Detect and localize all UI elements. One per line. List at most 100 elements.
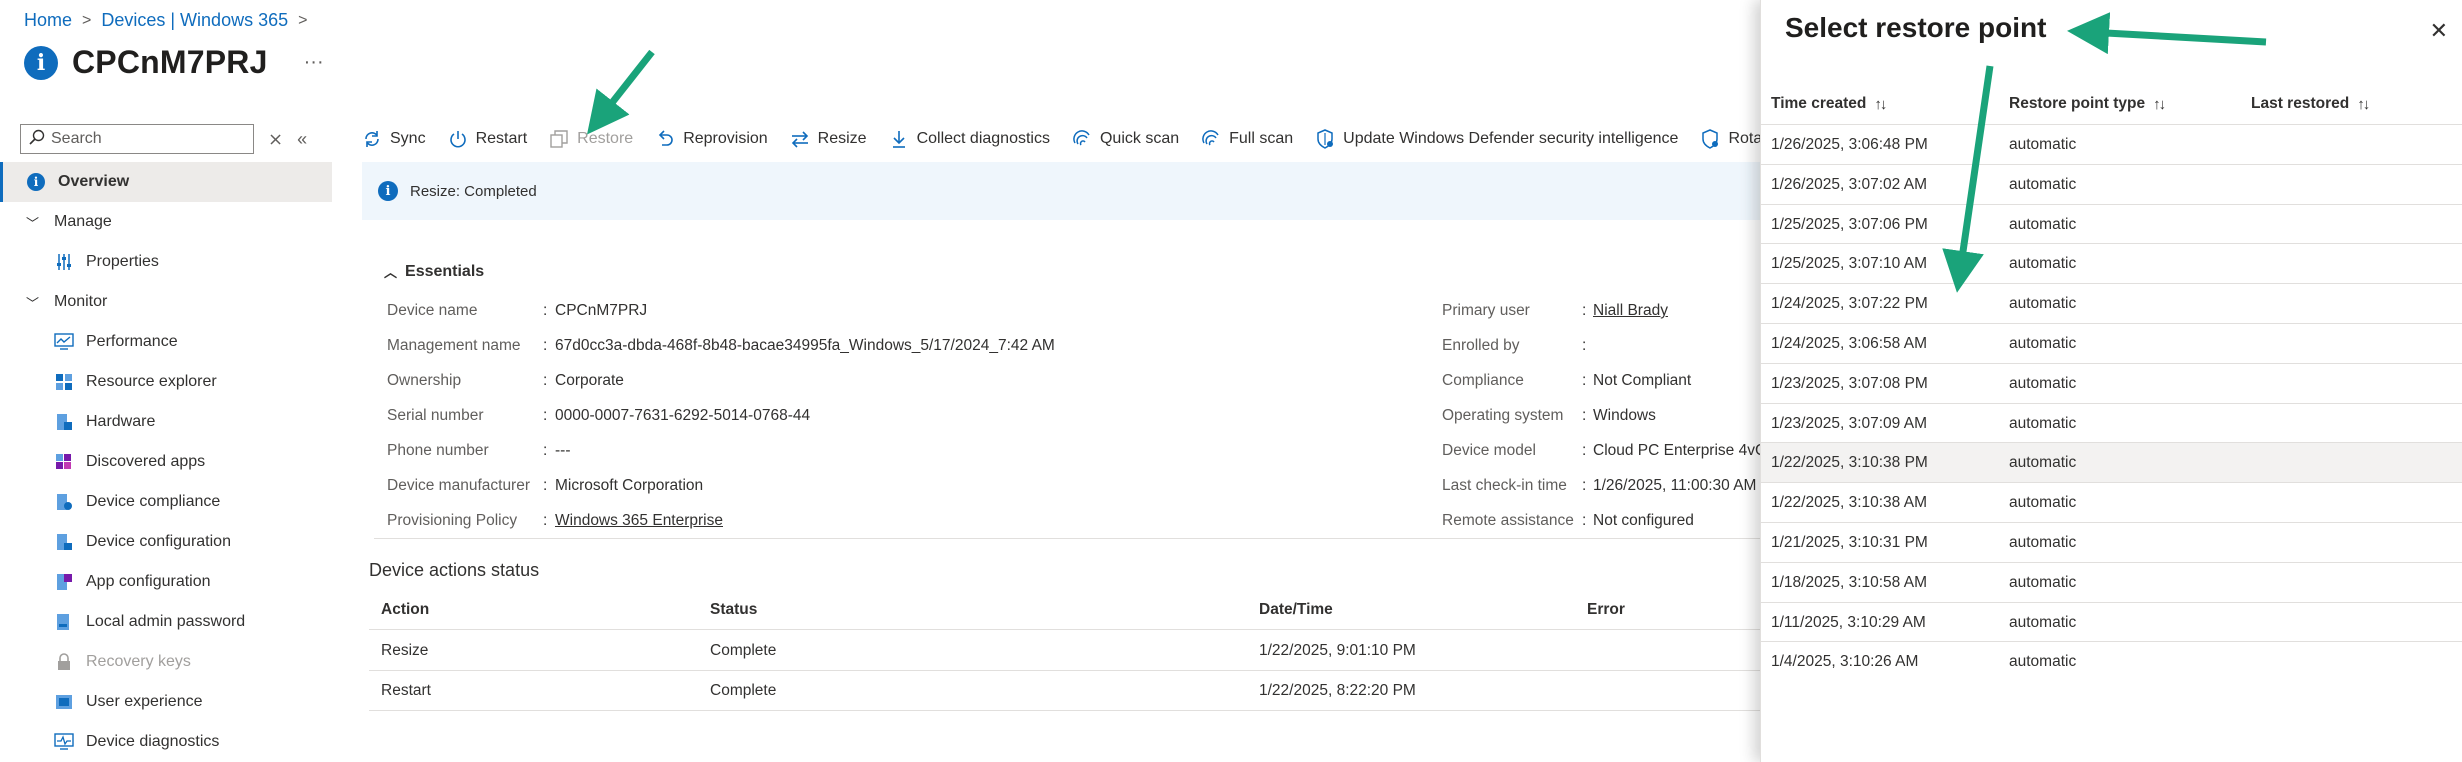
essentials-row: Management name : 67d0cc3a-dbda-468f-8b4… <box>387 337 1055 355</box>
time-created-cell: 1/4/2025, 3:10:26 AM <box>1771 653 1919 671</box>
chevron-down-icon: ﹀ <box>26 215 40 231</box>
status-cell: Complete <box>710 641 777 659</box>
field-colon: : <box>543 407 548 424</box>
nav-item-discovered-apps[interactable]: Discovered apps <box>0 442 332 482</box>
column-header-restore-point-type[interactable]: Restore point type ↑↓ <box>2009 95 2166 113</box>
column-header[interactable]: Status <box>710 601 757 619</box>
field-value: Not Compliant <box>1593 372 1692 389</box>
nav-group-manage[interactable]: ﹀ Manage <box>0 202 332 242</box>
essentials-row: Primary user : Niall Brady <box>1442 302 1668 320</box>
field-label: Device name <box>387 302 478 319</box>
nav-item-device-compliance[interactable]: Device compliance <box>0 482 332 522</box>
field-label: Operating system <box>1442 407 1564 424</box>
nav-label: Manage <box>54 213 112 230</box>
table-row[interactable]: 1/23/2025, 3:07:09 AM automatic <box>1761 402 2462 443</box>
close-icon: ✕ <box>2429 18 2448 43</box>
nav-item-hardware[interactable]: Hardware <box>0 402 332 442</box>
update-defender-button[interactable]: Update Windows Defender security intelli… <box>1315 129 1678 149</box>
nav-item-overview[interactable]: i Overview <box>0 162 332 202</box>
scan-icon <box>1202 130 1219 146</box>
restart-button[interactable]: Restart <box>448 129 527 149</box>
table-row[interactable]: 1/21/2025, 3:10:31 PM automatic <box>1761 521 2462 562</box>
nav-label: Device configuration <box>86 533 231 550</box>
table-row[interactable]: 1/25/2025, 3:07:10 AM automatic <box>1761 243 2462 283</box>
table-row[interactable]: 1/18/2025, 3:10:58 AM automatic <box>1761 561 2462 602</box>
table-row[interactable]: 1/11/2025, 3:10:29 AM automatic <box>1761 601 2462 642</box>
nav-item-performance[interactable]: Performance <box>0 322 332 362</box>
field-label: Enrolled by <box>1442 337 1520 354</box>
clear-filter-icon[interactable]: ⨯ <box>268 129 283 150</box>
nav-item-recovery-keys[interactable]: Recovery keys <box>0 642 332 682</box>
nav-item-resource-explorer[interactable]: Resource explorer <box>0 362 332 402</box>
full-scan-button[interactable]: Full scan <box>1201 129 1293 149</box>
field-label: Management name <box>387 337 521 354</box>
resize-button[interactable]: Resize <box>790 129 867 149</box>
field-colon: : <box>1582 512 1587 529</box>
grid-icon <box>54 372 74 392</box>
rotate-button[interactable]: Rotat <box>1700 129 1767 149</box>
info-icon: i <box>24 45 58 80</box>
time-created-cell: 1/24/2025, 3:06:58 AM <box>1771 334 1927 352</box>
table-row[interactable]: Resize Complete 1/22/2025, 9:01:10 PM <box>369 631 1764 671</box>
banner-text: Resize: Completed <box>410 182 537 200</box>
nav-item-properties[interactable]: Properties <box>0 242 332 282</box>
field-colon: : <box>543 372 548 389</box>
restore-points-list: 1/26/2025, 3:06:48 PM automatic 1/26/2025… <box>1761 124 2462 681</box>
search-box[interactable] <box>20 124 254 154</box>
nav-item-user-experience[interactable]: User experience <box>0 682 332 722</box>
table-row[interactable]: 1/22/2025, 3:10:38 PM automatic <box>1761 442 2462 483</box>
close-panel-button[interactable]: ✕ <box>2430 18 2448 44</box>
nav-label: Device diagnostics <box>86 733 220 750</box>
table-row[interactable]: 1/26/2025, 3:07:02 AM automatic <box>1761 163 2462 204</box>
restore-type-cell: automatic <box>2009 454 2077 472</box>
nav-item-device-diagnostics[interactable]: Device diagnostics <box>0 722 332 762</box>
essentials-row: Last check-in time : 1/26/2025, 11:00:30… <box>1442 477 1756 495</box>
table-row[interactable]: 1/24/2025, 3:06:58 AM automatic <box>1761 322 2462 363</box>
table-row[interactable]: 1/24/2025, 3:07:22 PM automatic <box>1761 283 2462 323</box>
nav-item-device-configuration[interactable]: Device configuration <box>0 522 332 562</box>
primary-user-link[interactable]: Niall Brady <box>1593 302 1668 320</box>
field-value: CPCnM7PRJ <box>555 302 648 319</box>
table-row[interactable]: 1/23/2025, 3:07:08 PM automatic <box>1761 362 2462 403</box>
sort-icon: ↑↓ <box>1874 95 1887 113</box>
sync-button[interactable]: Sync <box>362 129 426 149</box>
restore-type-cell: automatic <box>2009 374 2077 392</box>
quick-scan-button[interactable]: Quick scan <box>1072 129 1179 149</box>
collapse-nav-icon[interactable]: « <box>297 129 307 150</box>
chevron-right-icon: > <box>82 11 92 29</box>
column-header-last-restored[interactable]: Last restored ↑↓ <box>2251 95 2370 113</box>
field-colon: : <box>1582 337 1587 354</box>
provisioning-policy-link[interactable]: Windows 365 Enterprise <box>555 512 723 530</box>
undo-icon <box>659 130 673 146</box>
field-colon: : <box>1582 302 1587 319</box>
table-row[interactable]: 1/4/2025, 3:10:26 AM automatic <box>1761 641 2462 681</box>
time-created-cell: 1/26/2025, 3:06:48 PM <box>1771 136 1928 153</box>
column-header[interactable]: Date/Time <box>1259 601 1333 619</box>
essentials-row: Device name : CPCnM7PRJ <box>387 302 647 320</box>
column-header[interactable]: Error <box>1587 601 1625 619</box>
table-row[interactable]: 1/25/2025, 3:07:06 PM automatic <box>1761 203 2462 244</box>
collect-diagnostics-button[interactable]: Collect diagnostics <box>889 129 1050 149</box>
nav-item-app-configuration[interactable]: App configuration <box>0 562 332 602</box>
more-options-button[interactable]: ··· <box>304 51 324 74</box>
table-row[interactable]: 1/22/2025, 3:10:38 AM automatic <box>1761 482 2462 522</box>
nav-group-monitor[interactable]: ﹀ Monitor <box>0 282 332 322</box>
resize-icon <box>791 131 808 148</box>
column-label: Time created <box>1771 95 1867 112</box>
column-header-time-created[interactable]: Time created ↑↓ <box>1771 95 1887 113</box>
restore-table-header: Time created ↑↓ Restore point type ↑↓ La… <box>1761 84 2462 124</box>
reprovision-button[interactable]: Reprovision <box>655 129 768 149</box>
column-header[interactable]: Action <box>381 601 429 619</box>
nav-item-local-admin-password[interactable]: Local admin password <box>0 602 332 642</box>
table-row[interactable]: Restart Complete 1/22/2025, 8:22:20 PM <box>369 671 1764 711</box>
breadcrumb-devices-link[interactable]: Devices | Windows 365 <box>101 10 288 31</box>
breadcrumb-home-link[interactable]: Home <box>24 10 72 31</box>
nav-label: Monitor <box>54 293 108 310</box>
table-row[interactable]: 1/26/2025, 3:06:48 PM automatic <box>1761 124 2462 164</box>
search-input[interactable] <box>51 130 241 148</box>
time-created-cell: 1/23/2025, 3:07:08 PM <box>1771 374 1928 392</box>
essentials-toggle[interactable]: ︿ Essentials <box>384 262 484 281</box>
time-created-cell: 1/21/2025, 3:10:31 PM <box>1771 533 1928 551</box>
essentials-title: Essentials <box>405 262 485 280</box>
restore-button[interactable]: Restore <box>549 129 633 149</box>
